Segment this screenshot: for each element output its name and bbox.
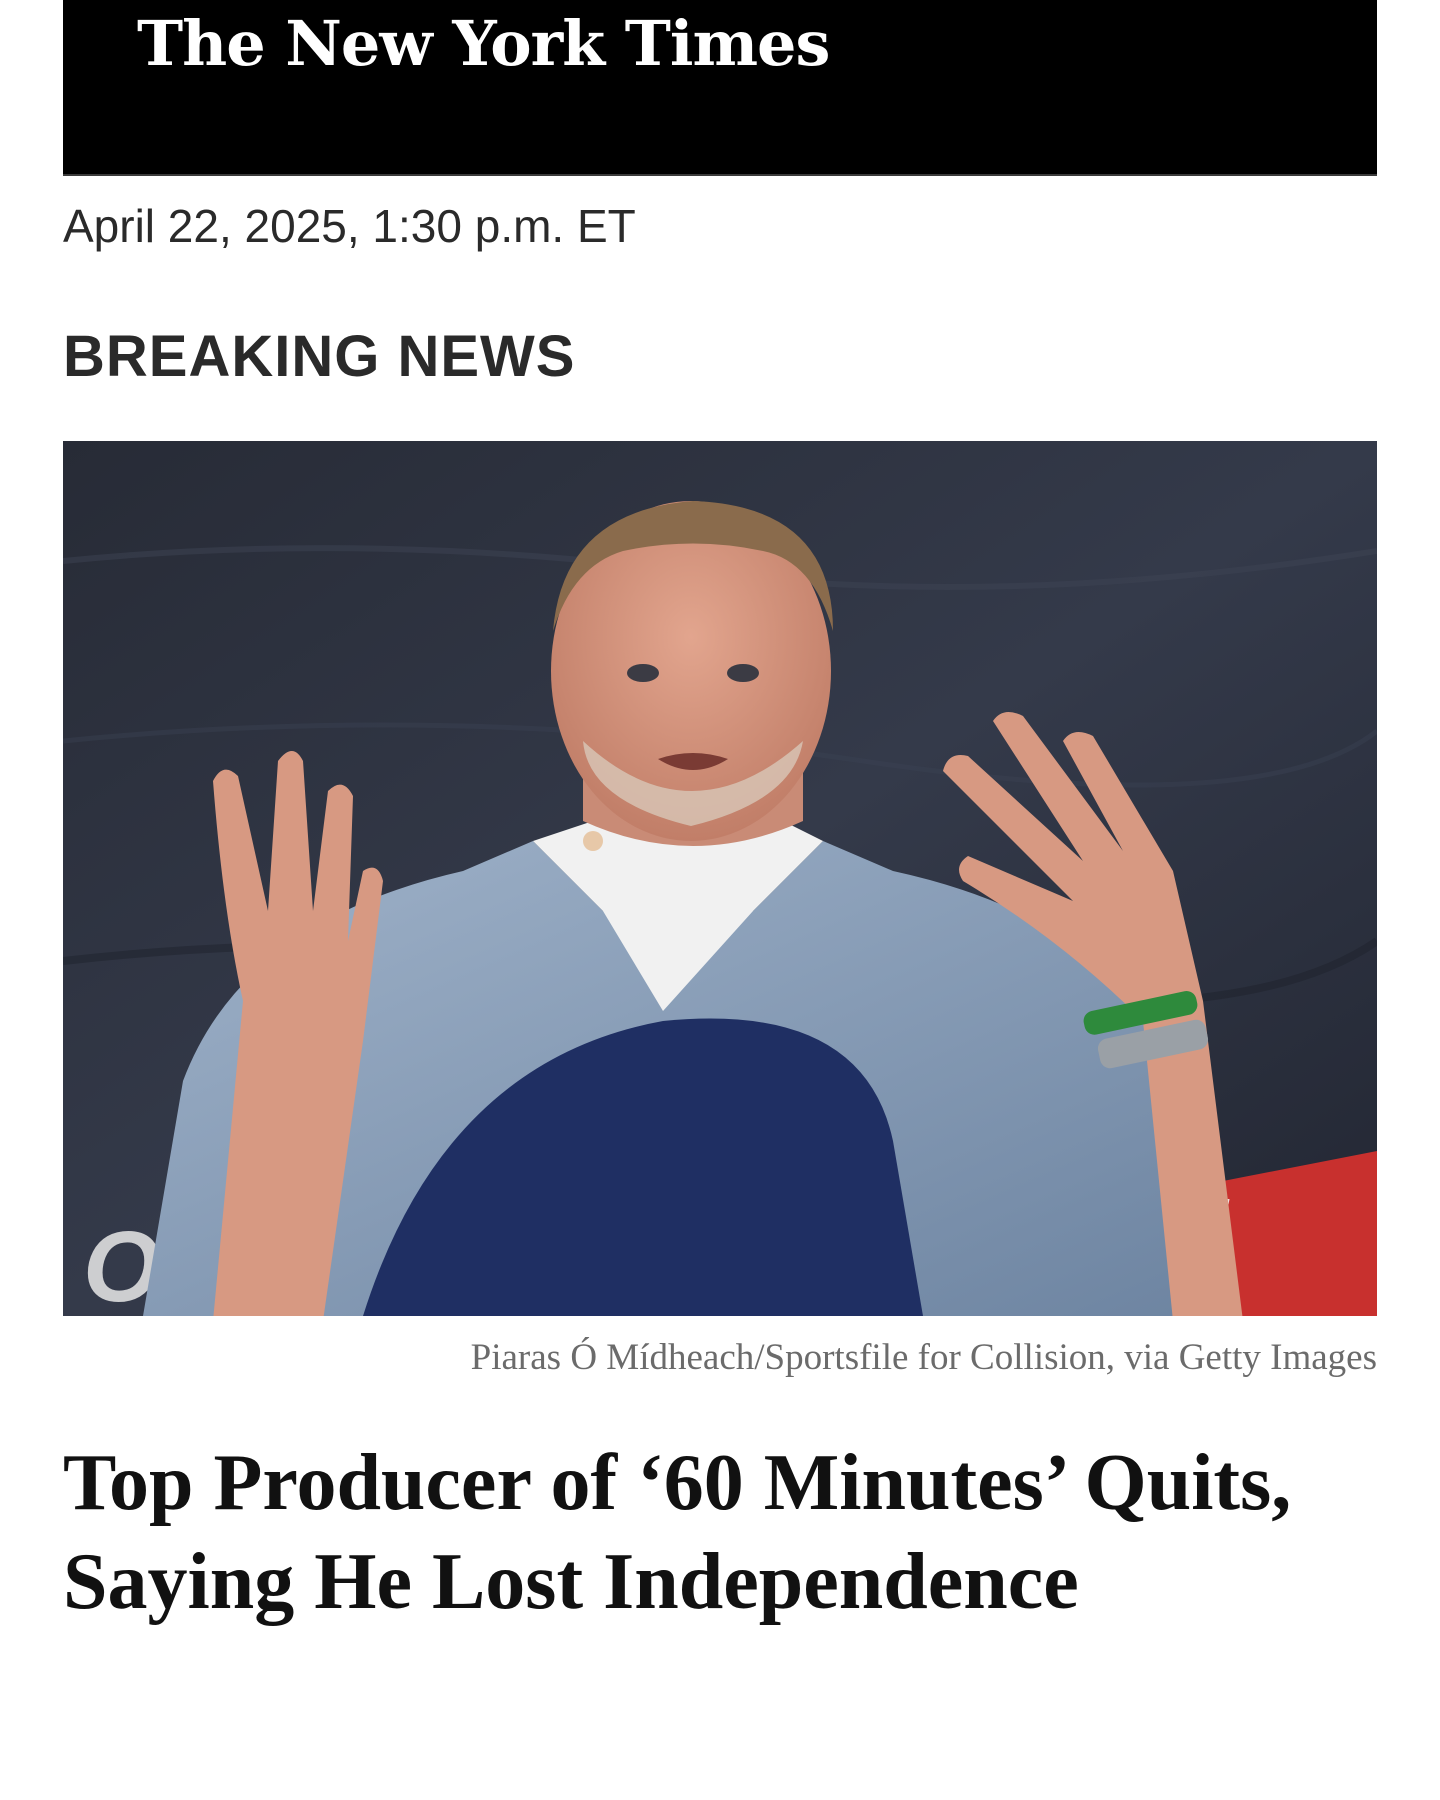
article-photo[interactable]: N O xyxy=(63,441,1377,1316)
breaking-news-label: BREAKING NEWS xyxy=(63,324,576,389)
masthead: The New York Times xyxy=(63,0,1377,176)
article-headline[interactable]: Top Producer of ‘60 Minutes’ Quits, Sayi… xyxy=(63,1434,1363,1632)
article-dateline: April 22, 2025, 1:30 p.m. ET xyxy=(63,200,636,252)
photo-caption: Piaras Ó Mídheach/Sportsfile for Collisi… xyxy=(470,1337,1377,1378)
article-photo-image: N O xyxy=(63,441,1377,1316)
nyt-logo[interactable]: The New York Times xyxy=(137,4,830,84)
